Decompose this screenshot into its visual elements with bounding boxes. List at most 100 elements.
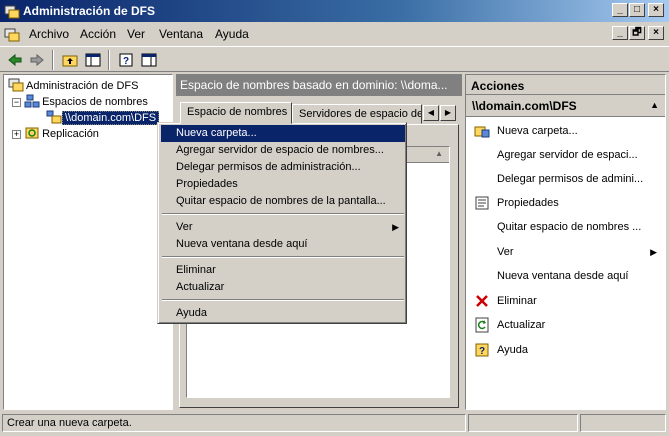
action-label: Ver xyxy=(497,246,514,258)
minimize-button[interactable]: _ xyxy=(612,3,628,17)
tree-item-domain-dfs[interactable]: \\domain.com\DFS xyxy=(46,110,160,126)
menu-ver[interactable]: Ver xyxy=(127,27,145,41)
context-delegate-permissions[interactable]: Delegar permisos de administración... xyxy=(161,159,405,176)
tree-item-label: \\domain.com\DFS xyxy=(62,111,160,125)
title-bar[interactable]: Administración de DFS _ □ × xyxy=(0,0,669,22)
actions-section-title: \\domain.com\DFS xyxy=(472,99,577,113)
action-view[interactable]: Ver ▶ xyxy=(466,241,665,263)
mdi-close-button[interactable]: × xyxy=(648,26,664,40)
action-label: Ayuda xyxy=(497,344,528,356)
status-text: Crear una nueva carpeta. xyxy=(2,414,466,432)
menu-ventana[interactable]: Ventana xyxy=(159,27,203,41)
action-help[interactable]: ? Ayuda xyxy=(466,339,665,361)
properties-icon xyxy=(475,196,489,210)
mmc-child-icon[interactable] xyxy=(4,26,20,42)
action-pane-icon xyxy=(141,53,157,67)
tab-scroll-left-button[interactable]: ◀ xyxy=(423,105,439,121)
action-properties[interactable]: Propiedades xyxy=(466,192,665,214)
toolbar: ? xyxy=(0,46,669,72)
window-title: Administración de DFS xyxy=(23,4,156,18)
context-add-namespace-server[interactable]: Agregar servidor de espacio de nombres..… xyxy=(161,142,405,159)
show-hide-action-pane-button[interactable] xyxy=(138,50,160,70)
actions-pane: Acciones \\domain.com\DFS ▲ Nueva carpet… xyxy=(465,74,666,410)
menu-archivo[interactable]: Archivo xyxy=(29,27,69,41)
status-bar: Crear una nueva carpeta. xyxy=(0,413,669,433)
submenu-arrow-icon: ▶ xyxy=(392,222,399,232)
svg-text:?: ? xyxy=(479,346,485,357)
dfs-management-window: Administración de DFS _ □ × Archivo Acci… xyxy=(0,0,669,436)
context-view[interactable]: Ver ▶ xyxy=(161,219,405,236)
actions-section-header[interactable]: \\domain.com\DFS ▲ xyxy=(466,95,665,117)
refresh-icon xyxy=(475,317,489,333)
forward-arrow-icon xyxy=(30,53,44,67)
action-label: Quitar espacio de nombres ... xyxy=(497,221,642,233)
menu-separator xyxy=(162,299,404,301)
status-cell-3 xyxy=(580,414,666,432)
namespace-icon xyxy=(46,110,62,124)
toolbar-separator xyxy=(108,50,110,70)
context-remove-namespace[interactable]: Quitar espacio de nombres de la pantalla… xyxy=(161,193,405,210)
maximize-button[interactable]: □ xyxy=(629,3,645,17)
context-properties[interactable]: Propiedades xyxy=(161,176,405,193)
context-help[interactable]: Ayuda xyxy=(161,305,405,322)
tree-item-label: Replicación xyxy=(42,128,99,140)
context-new-folder[interactable]: Nueva carpeta... xyxy=(161,125,405,142)
action-new-window[interactable]: Nueva ventana desde aquí xyxy=(466,265,665,287)
delete-icon xyxy=(476,295,488,307)
action-new-folder[interactable]: Nueva carpeta... xyxy=(466,120,665,142)
tab-namespace[interactable]: Espacio de nombres xyxy=(180,102,292,124)
svg-text:?: ? xyxy=(123,56,129,67)
tree-item-label: Administración de DFS xyxy=(26,80,139,92)
menu-accion[interactable]: Acción xyxy=(80,27,116,41)
action-label: Propiedades xyxy=(497,197,559,209)
tab-scroll-right-button[interactable]: ▶ xyxy=(440,105,456,121)
action-delegate-permissions[interactable]: Delegar permisos de admini... xyxy=(466,168,665,190)
action-refresh[interactable]: Actualizar xyxy=(466,314,665,336)
mdi-restore-button[interactable]: 🗗 xyxy=(629,26,645,40)
action-label: Agregar servidor de espaci... xyxy=(497,149,638,161)
action-remove-namespace[interactable]: Quitar espacio de nombres ... xyxy=(466,216,665,238)
tab-namespace-servers[interactable]: Servidores de espacio de n xyxy=(292,104,422,124)
collapse-toggle[interactable]: − xyxy=(12,98,21,107)
up-level-button[interactable] xyxy=(59,50,81,70)
help-book-icon: ? xyxy=(119,53,133,67)
action-label: Nueva carpeta... xyxy=(497,125,578,137)
action-add-namespace-server[interactable]: Agregar servidor de espaci... xyxy=(466,144,665,166)
back-button[interactable] xyxy=(4,50,26,70)
menu-separator xyxy=(162,213,404,215)
status-cell-2 xyxy=(468,414,578,432)
menu-bar: Archivo Acción Ver Ventana Ayuda xyxy=(0,24,669,44)
dfs-root-icon xyxy=(8,78,24,92)
action-delete[interactable]: Eliminar xyxy=(466,290,665,312)
namespaces-icon xyxy=(24,94,40,108)
toolbar-separator xyxy=(52,50,54,70)
console-tree[interactable]: Administración de DFS − Espacios de nomb… xyxy=(3,74,173,410)
tree-item-replication[interactable]: + Replicación xyxy=(12,126,101,142)
context-view-label: Ver xyxy=(176,221,193,233)
mdi-minimize-button[interactable]: _ xyxy=(612,26,628,40)
details-header: Espacio de nombres basado en dominio: \\… xyxy=(176,74,462,96)
replication-icon xyxy=(25,127,39,139)
expand-toggle[interactable]: + xyxy=(12,130,21,139)
actions-title: Acciones xyxy=(466,75,665,95)
folder-up-icon xyxy=(62,55,78,67)
action-label: Delegar permisos de admini... xyxy=(497,173,644,185)
close-button[interactable]: × xyxy=(648,3,664,17)
context-new-window[interactable]: Nueva ventana desde aquí xyxy=(161,236,405,253)
help-toolbar-button[interactable]: ? xyxy=(115,50,137,70)
context-menu: Nueva carpeta... Agregar servidor de esp… xyxy=(157,122,407,324)
menu-separator xyxy=(162,256,404,258)
collapse-caret-icon: ▲ xyxy=(650,100,659,110)
console-tree-icon xyxy=(85,53,101,67)
tree-item-dfs-root[interactable]: Administración de DFS xyxy=(8,78,141,94)
help-icon: ? xyxy=(475,343,489,357)
show-hide-tree-button[interactable] xyxy=(82,50,104,70)
forward-button[interactable] xyxy=(26,50,48,70)
tree-item-namespaces[interactable]: − Espacios de nombres xyxy=(12,94,150,110)
new-folder-icon xyxy=(474,126,490,138)
back-arrow-icon xyxy=(8,53,22,67)
menu-ayuda[interactable]: Ayuda xyxy=(215,27,249,41)
context-refresh[interactable]: Actualizar xyxy=(161,279,405,296)
context-delete[interactable]: Eliminar xyxy=(161,262,405,279)
dfs-app-icon xyxy=(4,5,20,19)
